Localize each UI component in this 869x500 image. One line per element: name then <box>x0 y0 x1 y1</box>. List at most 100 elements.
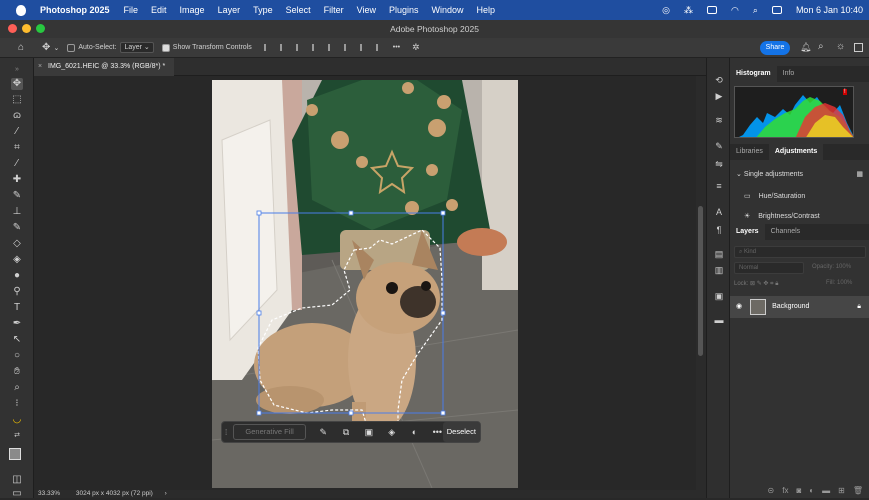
paragraph-panel-icon[interactable]: ¶ <box>713 224 725 236</box>
minimize-window-button[interactable] <box>22 24 31 33</box>
crop-tool-icon[interactable]: ⌗ <box>11 142 23 154</box>
battery-icon[interactable] <box>707 6 718 14</box>
adjustment-layer-icon[interactable]: ◐ <box>409 427 420 438</box>
swap-colors-icon[interactable]: ⇄ <box>11 430 23 442</box>
workspace-icon[interactable] <box>854 43 863 52</box>
close-tab-icon[interactable]: × <box>38 58 42 76</box>
history-panel-icon[interactable]: ⟲ <box>713 74 725 86</box>
invert-selection-icon[interactable]: ⧉ <box>341 427 352 438</box>
menu-image[interactable]: Image <box>180 5 205 15</box>
screen-mode-icon[interactable]: ▭ <box>11 488 23 500</box>
close-window-button[interactable] <box>8 24 17 33</box>
creative-cloud-icon[interactable]: ◎ <box>662 5 670 16</box>
menu-plugins[interactable]: Plugins <box>389 5 419 15</box>
chevron-down-icon[interactable]: ⌄ <box>53 44 59 52</box>
menu-file[interactable]: File <box>124 5 139 15</box>
edit-toolbar-icon[interactable]: ⁝ <box>11 398 23 410</box>
visibility-eye-icon[interactable]: ◉ <box>736 303 742 310</box>
warning-icon[interactable]: ! <box>843 89 847 95</box>
menu-type[interactable]: Type <box>253 5 273 15</box>
path-selection-tool-icon[interactable]: ↖ <box>11 334 23 346</box>
move-tool-icon[interactable]: ✥ <box>11 78 23 90</box>
align-top-icon[interactable] <box>311 44 319 51</box>
document-tab[interactable]: × IMG_6021.HEIC @ 33.3% (RGB/8*) * <box>34 58 174 76</box>
fill-selection-icon[interactable]: ◈ <box>386 427 397 438</box>
wifi-icon[interactable]: ◠ <box>731 5 739 16</box>
create-mask-icon[interactable]: ▣ <box>364 427 375 438</box>
lock-paint-icon[interactable]: ✎ <box>757 281 762 287</box>
eraser-tool-icon[interactable]: ◇ <box>11 238 23 250</box>
dodge-tool-icon[interactable]: ⚲ <box>11 286 23 298</box>
properties-panel-icon[interactable]: ≋ <box>713 114 725 126</box>
brush-settings-icon[interactable]: ✎ <box>713 140 725 152</box>
align-right-icon[interactable] <box>295 44 303 51</box>
distribute-bottom-icon[interactable] <box>359 44 367 51</box>
collapse-toolbar-icon[interactable]: » <box>11 64 23 76</box>
brush-tool-icon[interactable]: ✎ <box>11 190 23 202</box>
marquee-tool-icon[interactable]: ⬚ <box>11 94 23 106</box>
eyedropper-tool-icon[interactable]: ⁄ <box>11 158 23 170</box>
hand-tool-icon[interactable]: ✋︎ <box>11 366 23 378</box>
quick-mask-icon[interactable]: ◫ <box>11 474 23 486</box>
opacity-value[interactable]: 100% <box>836 264 851 270</box>
menu-select[interactable]: Select <box>286 5 311 15</box>
ellipse-tool-icon[interactable]: ○ <box>11 350 23 362</box>
paint-bucket-tool-icon[interactable]: ◈ <box>11 254 23 266</box>
distribute-top-icon[interactable] <box>327 44 335 51</box>
menu-filter[interactable]: Filter <box>324 5 344 15</box>
spotlight-search-icon[interactable]: ⌕ <box>753 5 758 16</box>
lock-icon[interactable]: 🔒︎ <box>857 296 861 318</box>
apple-logo-icon[interactable] <box>16 4 26 16</box>
blend-mode-select[interactable]: Normal <box>734 262 804 274</box>
lock-pixels-icon[interactable]: ⊠ <box>750 281 755 287</box>
drag-handle-icon[interactable]: ⁞ <box>225 428 227 437</box>
menu-layer[interactable]: Layer <box>218 5 241 15</box>
clock[interactable]: Mon 6 Jan 10:40 <box>796 5 863 15</box>
adjust-sliders-icon[interactable]: ⇋ <box>713 158 725 170</box>
lasso-tool-icon[interactable]: ɷ <box>11 110 23 122</box>
align-left-icon[interactable] <box>263 44 271 51</box>
show-transform-checkbox[interactable] <box>161 43 170 52</box>
tab-adjustments[interactable]: Adjustments <box>768 144 824 160</box>
adjustment-hue-saturation[interactable]: ▭ Hue/Saturation <box>730 188 869 206</box>
more-options-icon[interactable]: ••• <box>432 427 443 438</box>
auto-select-dropdown[interactable]: Layer ⌄ <box>120 42 154 53</box>
vertical-scrollbar[interactable] <box>696 76 706 490</box>
auto-select-checkbox[interactable] <box>67 43 76 52</box>
tab-info[interactable]: Info <box>777 66 801 82</box>
layer-filter-input[interactable]: ⌕ Kind <box>734 246 866 258</box>
grid-view-icon[interactable]: ▦ <box>856 166 863 184</box>
lock-all-icon[interactable]: 🔒︎ <box>775 281 778 287</box>
tab-channels[interactable]: Channels <box>765 224 807 240</box>
lock-artboard-icon[interactable]: ⌗ <box>770 281 773 287</box>
app-menu[interactable]: Photoshop 2025 <box>40 5 110 15</box>
move-tool-preset-icon[interactable]: ✥ <box>42 42 50 53</box>
opacity-control[interactable]: Opacity: 100% <box>812 264 851 270</box>
align-center-icon[interactable] <box>279 44 287 51</box>
home-icon[interactable]: ⌂ <box>18 42 24 53</box>
blur-tool-icon[interactable]: ● <box>11 270 23 282</box>
tab-histogram[interactable]: Histogram <box>730 66 777 82</box>
object-selection-tool-icon[interactable]: ⁄ <box>11 126 23 138</box>
fill-value[interactable]: 100% <box>837 280 852 286</box>
character-panel-icon[interactable]: A <box>713 206 725 218</box>
link-layers-icon[interactable]: ⊝ <box>768 486 775 498</box>
spot-healing-tool-icon[interactable]: ✚ <box>11 174 23 186</box>
clone-stamp-tool-icon[interactable]: ⊥ <box>11 206 23 218</box>
new-group-icon[interactable]: ▬ <box>822 486 830 498</box>
delete-layer-icon[interactable]: 🗑︎ <box>853 486 863 498</box>
paragraph-styles-icon[interactable]: ≡ <box>713 180 725 192</box>
zoom-tool-icon[interactable]: ⌕ <box>11 382 23 394</box>
control-icon[interactable]: ⁂ <box>684 5 693 16</box>
3d-mode-gear-icon[interactable]: ✲ <box>412 42 420 53</box>
search-icon[interactable]: ⌕ <box>818 41 824 52</box>
zoom-window-button[interactable] <box>36 24 45 33</box>
pen-tool-icon[interactable]: ✒ <box>11 318 23 330</box>
tab-layers[interactable]: Layers <box>730 224 765 240</box>
menu-view[interactable]: View <box>357 5 376 15</box>
distribute-spacing-icon[interactable] <box>375 44 383 51</box>
actions-play-icon[interactable]: ▶ <box>713 90 725 102</box>
control-center-icon[interactable] <box>771 6 782 14</box>
more-options-icon[interactable]: ••• <box>393 44 400 51</box>
tab-libraries[interactable]: Libraries <box>730 144 769 160</box>
